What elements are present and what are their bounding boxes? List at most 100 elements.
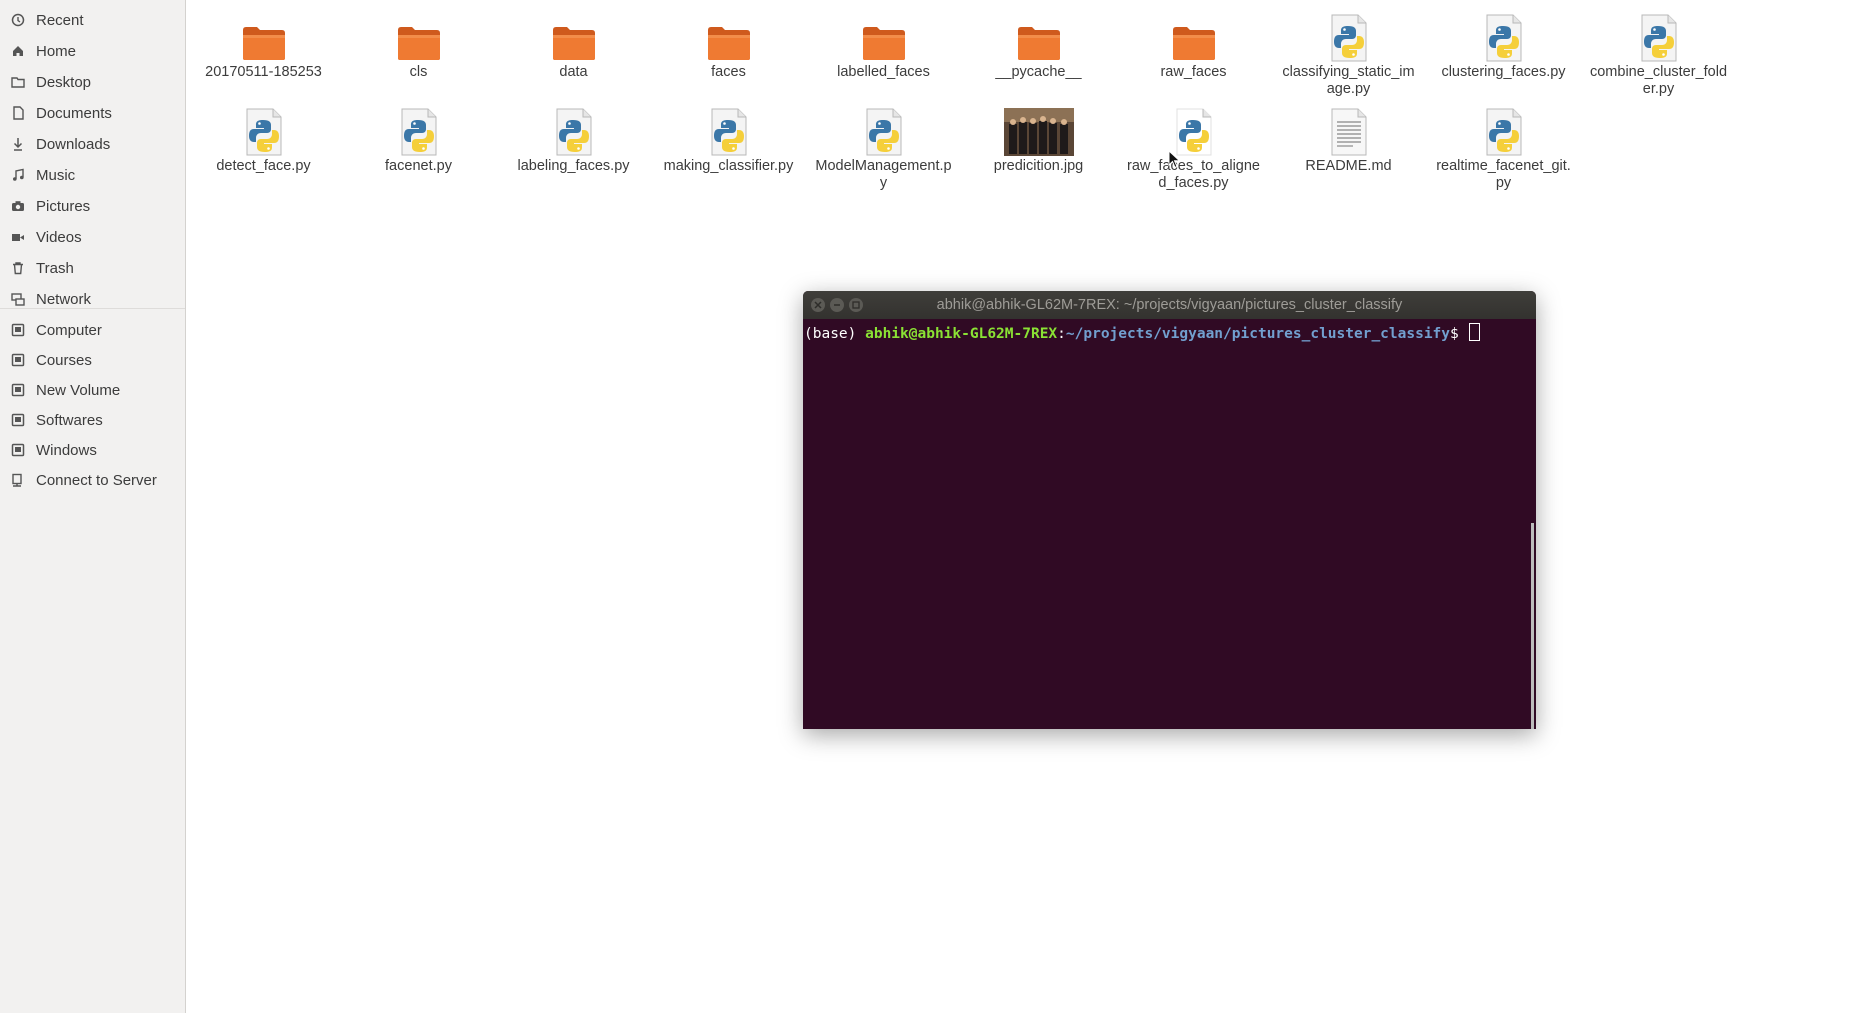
terminal-content[interactable]: (base) abhik@abhik-GL62M-7REX:~/projects… [803,319,1536,346]
python-file-icon [1426,106,1581,156]
document-icon [10,105,26,121]
file-name-label: faces [711,64,746,80]
maximize-button[interactable] [849,298,863,312]
sidebar-item-label: Softwares [36,411,103,429]
file-name-label: 20170511-185253 [205,64,322,80]
sidebar-item-videos[interactable]: Videos [0,224,186,250]
drive-icon [10,412,26,428]
folder-item[interactable]: __pycache__ [961,12,1116,81]
sidebar-item-softwares[interactable]: Softwares [0,407,186,433]
terminal-scrollbar[interactable] [1531,523,1534,729]
sidebar-item-connect-to-server[interactable]: Connect to Server [0,467,186,493]
sidebar-item-label: Windows [36,441,97,459]
file-name-label: raw_faces [1160,64,1227,80]
folder-icon [961,12,1116,62]
file-item[interactable]: labeling_faces.py [496,106,651,175]
minimize-button[interactable] [830,298,844,312]
sidebar-item-home[interactable]: Home [0,38,186,64]
file-item[interactable]: facenet.py [341,106,496,175]
sidebar-item-computer[interactable]: Computer [0,317,186,343]
file-name-label: labeling_faces.py [517,158,630,174]
drive-icon [10,352,26,368]
file-name-label: cls [409,64,428,80]
sidebar-item-label: Pictures [36,197,91,215]
image-thumbnail-icon [961,106,1116,156]
sidebar-item-label: Connect to Server [36,471,157,489]
file-item[interactable]: realtime_facenet_git.py [1426,106,1581,192]
conda-env: (base) [804,326,866,342]
sidebar-item-documents[interactable]: Documents [0,100,186,126]
home-icon [10,43,26,59]
file-name-label: README.md [1305,158,1392,174]
sidebar-item-downloads[interactable]: Downloads [0,131,186,157]
file-item[interactable]: classifying_static_image.py [1271,12,1426,98]
python-file-icon [806,106,961,156]
python-file-icon [1116,106,1271,156]
folder-item[interactable]: labelled_faces [806,12,961,81]
file-name-label: detect_face.py [216,158,311,174]
sidebar-item-new-volume[interactable]: New Volume [0,377,186,403]
prompt-path: ~/projects/vigyaan/pictures_cluster_clas… [1065,326,1451,342]
sidebar-item-pictures[interactable]: Pictures [0,193,186,219]
file-item[interactable]: raw_faces_to_aligned_faces.py [1116,106,1271,192]
file-item[interactable]: README.md [1271,106,1426,175]
sidebar-item-label: Desktop [36,73,92,91]
folder-icon [496,12,651,62]
file-name-label: realtime_facenet_git.py [1436,158,1571,191]
close-button[interactable] [811,298,825,312]
sidebar-item-music[interactable]: Music [0,162,186,188]
python-file-icon [496,106,651,156]
drive-icon [10,442,26,458]
folder-item[interactable]: raw_faces [1116,12,1271,81]
sidebar-item-recent[interactable]: Recent [0,7,186,33]
terminal-title: abhik@abhik-GL62M-7REX: ~/projects/vigya… [936,297,1403,313]
sidebar-divider [0,308,185,309]
folder-icon [341,12,496,62]
file-item[interactable]: making_classifier.py [651,106,806,175]
folder-icon [651,12,806,62]
terminal-titlebar[interactable]: abhik@abhik-GL62M-7REX: ~/projects/vigya… [803,291,1536,319]
folder-item[interactable]: 20170511-185253 [186,12,341,81]
file-name-label: data [559,64,588,80]
file-item[interactable]: ModelManagement.py [806,106,961,192]
mouse-pointer-icon [1168,149,1182,175]
file-item[interactable]: clustering_faces.py [1426,12,1581,81]
file-item[interactable]: predicition.jpg [961,106,1116,175]
terminal-window[interactable]: abhik@abhik-GL62M-7REX: ~/projects/vigya… [803,291,1536,729]
file-name-label: raw_faces_to_aligned_faces.py [1126,158,1260,191]
file-item[interactable]: combine_cluster_folder.py [1581,12,1736,98]
sidebar-item-label: Home [36,42,77,60]
sidebar-item-label: Network [36,290,92,308]
prompt-separator: : [1057,326,1066,342]
drive-icon [10,322,26,338]
file-name-label: making_classifier.py [663,158,794,174]
trash-icon [10,260,26,276]
sidebar-item-courses[interactable]: Courses [0,347,186,373]
python-file-icon [1271,12,1426,62]
sidebar-item-windows[interactable]: Windows [0,437,186,463]
folder-item[interactable]: cls [341,12,496,81]
sidebar-item-label: Music [36,166,76,184]
file-name-label: ModelManagement.py [815,158,952,191]
network-icon [10,291,26,307]
folder-icon [806,12,961,62]
sidebar-item-desktop[interactable]: Desktop [0,69,186,95]
sidebar-item-label: Computer [36,321,102,339]
video-icon [10,229,26,245]
file-name-label: __pycache__ [995,64,1082,80]
file-name-label: predicition.jpg [993,158,1084,174]
sidebar-item-label: Recent [36,11,84,29]
download-icon [10,136,26,152]
clock-icon [10,12,26,28]
sidebar-item-label: Trash [36,259,74,277]
folder-item[interactable]: data [496,12,651,81]
music-icon [10,167,26,183]
sidebar-item-trash[interactable]: Trash [0,255,186,281]
python-file-icon [651,106,806,156]
sidebar-item-label: Documents [36,104,112,122]
file-item[interactable]: detect_face.py [186,106,341,175]
folder-item[interactable]: faces [651,12,806,81]
server-icon [10,472,26,488]
file-name-label: combine_cluster_folder.py [1589,64,1728,97]
folder-icon [1116,12,1271,62]
